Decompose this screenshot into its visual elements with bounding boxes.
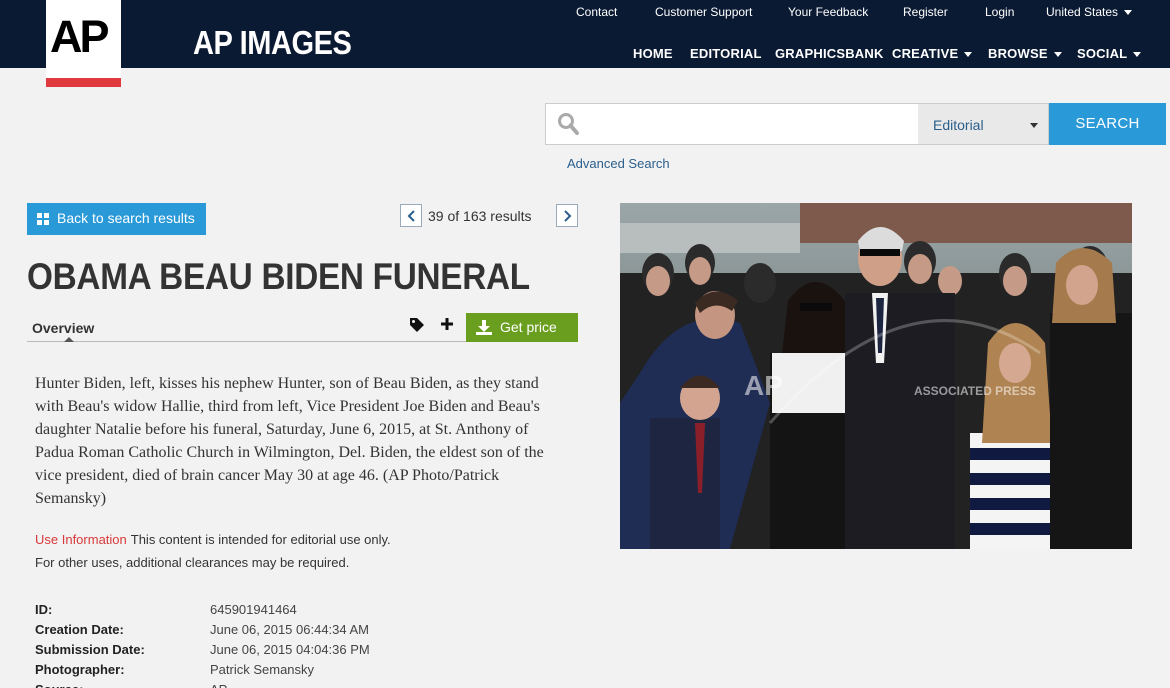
ap-logo[interactable]: AP	[46, 0, 121, 87]
metadata-key: Submission Date:	[35, 642, 145, 657]
caret-down-icon	[1133, 52, 1142, 58]
brand-name[interactable]: AP IMAGES	[193, 26, 352, 59]
register-link[interactable]: Register	[903, 5, 948, 19]
nav-creative[interactable]: CREATIVE	[892, 46, 973, 61]
search-input[interactable]	[586, 104, 916, 144]
logo-text: AP	[50, 11, 109, 62]
tab-active-indicator	[64, 337, 74, 342]
search-button[interactable]: SEARCH	[1049, 103, 1166, 145]
nav-social[interactable]: SOCIAL	[1077, 46, 1142, 61]
nav-editorial[interactable]: EDITORIAL	[690, 46, 762, 61]
next-result-button[interactable]	[556, 204, 578, 227]
other-uses-note: For other uses, additional clearances ma…	[35, 555, 350, 570]
metadata-key: Source:	[35, 682, 83, 688]
advanced-search-link[interactable]: Advanced Search	[567, 156, 670, 171]
top-header: Contact Customer Support Your Feedback R…	[0, 0, 1170, 68]
search-box	[545, 103, 919, 145]
search-icon	[558, 113, 579, 135]
metadata-key: ID:	[35, 602, 53, 617]
nav-social-label: SOCIAL	[1077, 46, 1128, 61]
country-selector[interactable]: United States	[1046, 5, 1133, 19]
nav-browse[interactable]: BROWSE	[988, 46, 1062, 61]
use-information: Use Information This content is intended …	[35, 532, 391, 547]
metadata-value: June 06, 2015 06:44:34 AM	[210, 622, 370, 637]
metadata-key: Creation Date:	[35, 622, 124, 637]
customer-support-link[interactable]: Customer Support	[655, 5, 752, 19]
caret-down-icon	[964, 52, 973, 58]
country-label: United States	[1046, 5, 1119, 19]
chevron-left-icon	[407, 210, 415, 222]
plus-icon[interactable]	[440, 317, 454, 331]
nav-creative-label: CREATIVE	[892, 46, 959, 61]
photo-illustration: AP ASSOCIATED PRESS	[620, 203, 1132, 549]
nav-browse-label: BROWSE	[988, 46, 1048, 61]
get-price-label: Get price	[500, 319, 557, 335]
get-price-button[interactable]: Get price	[466, 313, 578, 342]
use-information-link[interactable]: Use Information	[35, 532, 127, 547]
download-icon	[476, 320, 492, 335]
metadata-value: 645901941464	[210, 602, 297, 617]
tag-icon[interactable]	[409, 317, 425, 333]
photo-caption: Hunter Biden, left, kisses his nephew Hu…	[35, 375, 544, 507]
logo-red-bar	[46, 78, 121, 87]
back-label: Back to search results	[57, 210, 195, 226]
scope-value: Editorial	[933, 117, 984, 133]
news-photo[interactable]: AP ASSOCIATED PRESS	[620, 203, 1132, 549]
login-link[interactable]: Login	[985, 5, 1014, 19]
caret-down-icon	[1030, 123, 1038, 128]
caret-down-icon	[1124, 10, 1133, 16]
feedback-link[interactable]: Your Feedback	[788, 5, 868, 19]
back-to-results-button[interactable]: Back to search results	[27, 203, 206, 235]
metadata-value: AP	[210, 682, 227, 688]
result-position: 39 of 163 results	[428, 208, 532, 224]
watermark-logo: AP	[744, 370, 783, 401]
watermark-text: ASSOCIATED PRESS	[914, 384, 1036, 398]
chevron-right-icon	[564, 210, 572, 222]
search-scope-select[interactable]: Editorial	[918, 103, 1049, 145]
metadata-value: Patrick Semansky	[210, 662, 315, 677]
nav-graphicsbank[interactable]: GRAPHICSBANK	[775, 46, 884, 61]
use-information-text: This content is intended for editorial u…	[130, 532, 391, 547]
page-title: OBAMA BEAU BIDEN FUNERAL	[27, 256, 530, 297]
grid-icon	[37, 213, 50, 226]
contact-link[interactable]: Contact	[576, 5, 617, 19]
metadata-value: June 06, 2015 04:04:36 PM	[210, 642, 370, 657]
nav-home[interactable]: HOME	[633, 46, 673, 61]
prev-result-button[interactable]	[400, 204, 422, 227]
metadata-key: Photographer:	[35, 662, 125, 677]
caret-down-icon	[1053, 52, 1062, 58]
tab-overview[interactable]: Overview	[32, 320, 94, 336]
